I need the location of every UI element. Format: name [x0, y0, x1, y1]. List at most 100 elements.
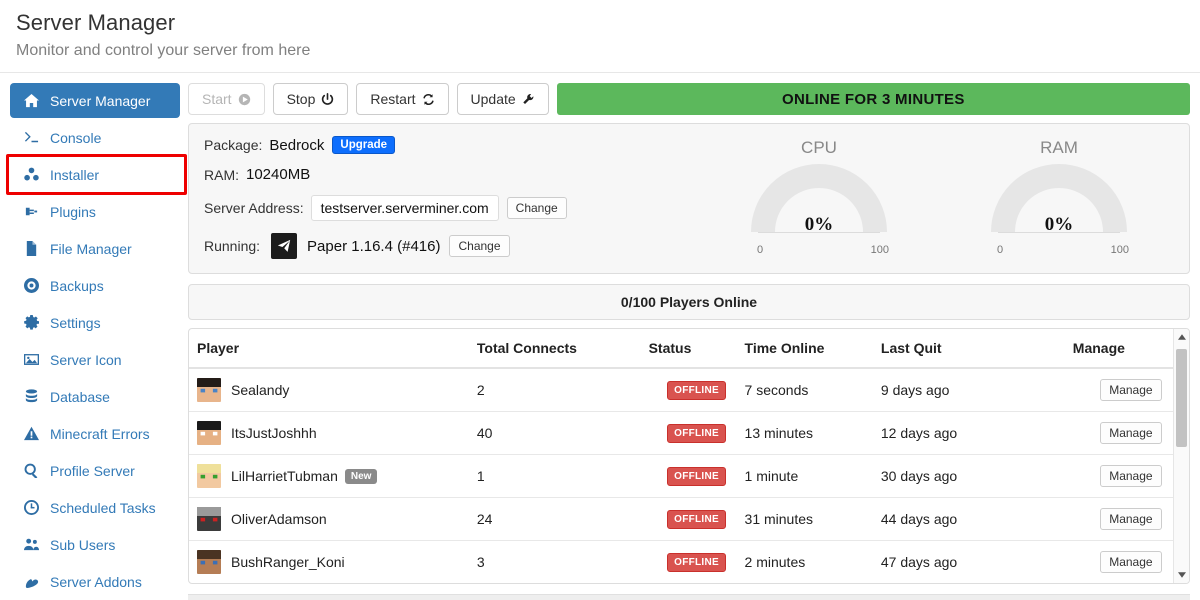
page-subtitle: Monitor and control your server from her…	[16, 42, 311, 59]
start-label: Start	[202, 91, 232, 107]
scrollbar-thumb[interactable]	[1176, 349, 1187, 447]
cell-last-quit: 9 days ago	[880, 368, 1073, 412]
players-table-scrollbar[interactable]	[1173, 329, 1189, 583]
page-body: Server Manager Console Installer Plugins Fil…	[0, 73, 1200, 600]
scroll-up-icon[interactable]	[1174, 329, 1189, 345]
sidebar-item-console[interactable]: Console	[10, 120, 180, 155]
server-address-label: Server Address:	[204, 200, 304, 216]
sidebar-item-file-manager[interactable]: File Manager	[10, 231, 180, 266]
sidebar-item-scheduled-tasks[interactable]: Scheduled Tasks	[10, 490, 180, 525]
update-button[interactable]: Update	[456, 83, 549, 115]
server-status-text: ONLINE FOR 3 MINUTES	[781, 90, 965, 108]
cell-last-quit: 44 days ago	[880, 497, 1073, 541]
running-label: Running:	[204, 238, 261, 254]
sidebar-item-server-addons[interactable]: Server Addons	[10, 564, 180, 599]
gauge-value: 0%	[1044, 214, 1074, 235]
server-info-details: Package: Bedrock Upgrade RAM: 10240MB Se…	[199, 136, 699, 259]
puzzle-icon	[20, 574, 42, 589]
file-icon	[20, 241, 42, 256]
table-row: ItsJustJoshhh 40 OFFLINE 13 minutes 12 days …	[189, 411, 1189, 455]
column-header-connects: Total Connects	[476, 329, 649, 369]
player-name: ItsJustJoshhh	[231, 425, 317, 441]
manage-button[interactable]: Manage	[1100, 379, 1162, 401]
player-name: BushRanger_Koni	[231, 554, 345, 570]
sidebar-item-settings[interactable]: Settings	[10, 305, 180, 340]
sidebar-item-backups[interactable]: Backups	[10, 268, 180, 303]
cell-player: LilHarrietTubman New	[189, 454, 477, 498]
players-table-head: Player Total Connects Status Time Online…	[189, 329, 1189, 369]
cell-last-quit: 12 days ago	[880, 411, 1073, 455]
sidebar-nav: Server Manager Console Installer Plugins Fil…	[6, 83, 187, 600]
sidebar-item-plugins[interactable]: Plugins	[10, 194, 180, 229]
sidebar-item-server-icon[interactable]: Server Icon	[10, 342, 180, 377]
sidebar-item-label: Server Manager	[50, 92, 151, 109]
avatar	[197, 421, 221, 445]
status-badge: OFFLINE	[667, 424, 726, 443]
change-address-button[interactable]: Change	[506, 197, 567, 219]
database-icon	[20, 389, 42, 404]
server-control-toolbar: Start Stop Restart Update ONLINE FOR 3 M…	[188, 83, 1190, 115]
new-badge: New	[344, 468, 378, 484]
column-header-lastquit: Last Quit	[880, 329, 1073, 369]
player-name: Sealandy	[231, 382, 290, 398]
cell-player: ItsJustJoshhh	[189, 411, 477, 455]
sidebar-item-server-manager[interactable]: Server Manager	[10, 83, 180, 118]
status-badge: OFFLINE	[667, 467, 726, 486]
cell-time-online: 2 minutes	[744, 554, 806, 570]
manage-button[interactable]: Manage	[1100, 508, 1162, 530]
sidebar-item-sub-users[interactable]: Sub Users	[10, 527, 180, 562]
upgrade-button[interactable]: Upgrade	[332, 136, 396, 154]
sidebar-item-label: Database	[50, 388, 110, 405]
cell-status: OFFLINE	[648, 454, 745, 498]
sidebar-item-minecraft-errors[interactable]: Minecraft Errors	[10, 416, 180, 451]
gauge-ticks: 0 100	[984, 244, 1134, 258]
image-icon	[20, 352, 42, 367]
cell-total-connects: 3	[476, 554, 485, 570]
sidebar-item-label: Server Addons	[50, 573, 142, 590]
gauge-dial: 0%	[984, 160, 1134, 242]
server-status-banner: ONLINE FOR 3 MINUTES	[556, 83, 1190, 115]
table-row: LilHarrietTubman New 1 OFFLINE 1 minute 30 da…	[189, 454, 1189, 498]
ram-value: 10240MB	[246, 166, 311, 183]
column-header-player: Player	[189, 329, 477, 369]
server-info-card: Package: Bedrock Upgrade RAM: 10240MB Se…	[188, 123, 1190, 274]
update-label: Update	[470, 91, 516, 107]
cell-time-online: 7 seconds	[744, 368, 881, 412]
manage-button[interactable]: Manage	[1100, 422, 1162, 444]
server-address-field[interactable]: testserver.serverminer.com	[310, 195, 499, 221]
gauge-tick-min: 0	[997, 244, 1004, 256]
restart-button[interactable]: Restart	[356, 83, 449, 115]
column-header-manage: Manage	[1072, 329, 1189, 369]
player-name: OliverAdamson	[231, 511, 327, 527]
restart-label: Restart	[370, 91, 416, 107]
scroll-down-icon[interactable]	[1174, 567, 1189, 583]
ram-row: RAM: 10240MB	[204, 166, 699, 183]
sidebar-item-installer[interactable]: Installer	[6, 154, 187, 195]
status-badge: OFFLINE	[667, 553, 726, 572]
home-icon	[20, 93, 42, 108]
bottom-button-strip	[188, 594, 1190, 600]
start-button[interactable]: Start	[188, 83, 265, 115]
server-manager-page: Server Manager Monitor and control your …	[0, 0, 1200, 600]
column-header-status: Status	[648, 329, 745, 369]
search-icon	[20, 463, 42, 478]
sidebar-item-label: Console	[50, 129, 102, 146]
avatar	[197, 550, 221, 574]
sidebar-item-profile-server[interactable]: Profile Server	[10, 453, 180, 488]
ram-label: RAM:	[204, 166, 239, 183]
cell-player: BushRanger_Koni	[189, 541, 477, 584]
manage-button[interactable]: Manage	[1100, 551, 1162, 573]
gauge-dial: 0%	[744, 160, 894, 242]
gauge-cpu: CPU 0% 0 100	[734, 138, 904, 258]
avatar	[197, 507, 221, 531]
sidebar-item-label: Plugins	[50, 203, 96, 220]
players-online-summary: 0/100 Players Online	[188, 284, 1190, 320]
sidebar-item-database[interactable]: Database	[10, 379, 180, 414]
cell-status: OFFLINE	[649, 541, 745, 584]
clock-icon	[20, 500, 42, 515]
stop-button[interactable]: Stop	[272, 83, 349, 115]
change-version-button[interactable]: Change	[449, 235, 510, 257]
manage-button[interactable]: Manage	[1100, 465, 1162, 487]
table-row: BushRanger_Koni 3 OFFLINE 2 minutes 47 days …	[189, 541, 1189, 584]
gauge-tick-max: 100	[1110, 244, 1129, 256]
